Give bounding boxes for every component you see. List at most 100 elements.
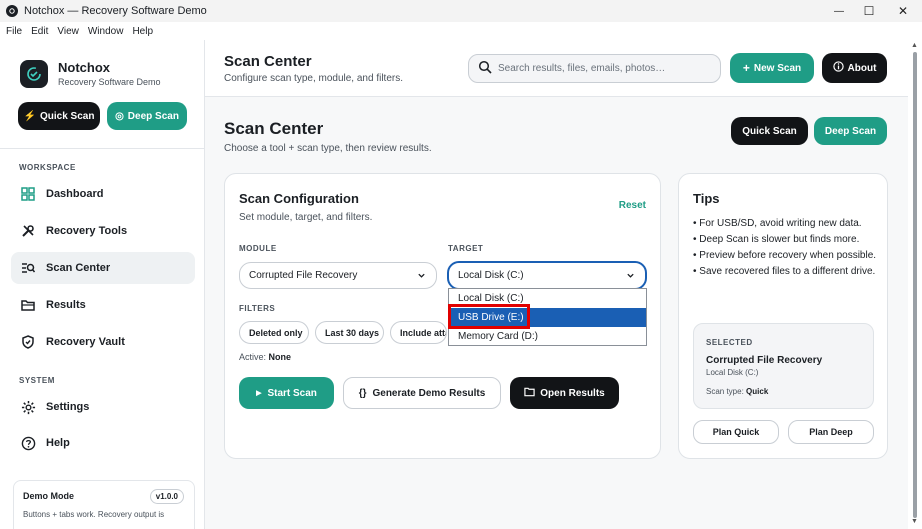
scan-configuration-card: Scan Configuration Set module, target, a… bbox=[224, 173, 661, 459]
about-label: About bbox=[847, 62, 877, 74]
target-label: TARGET bbox=[448, 244, 484, 253]
sidebar-deep-scan-button[interactable]: ◎ Deep Scan bbox=[107, 102, 187, 130]
gear-icon bbox=[20, 399, 36, 415]
generate-demo-results-button[interactable]: {} Generate Demo Results bbox=[343, 377, 501, 409]
vertical-scrollbar[interactable]: ▲ ▼ bbox=[908, 40, 922, 529]
filter-chip-include-attachments[interactable]: Include atta bbox=[390, 321, 447, 344]
shield-icon bbox=[20, 334, 36, 350]
braces-icon: {} bbox=[358, 387, 367, 399]
active-filters-value: None bbox=[268, 352, 292, 362]
tools-icon bbox=[20, 223, 36, 239]
quick-scan-button[interactable]: Quick Scan bbox=[731, 117, 808, 145]
active-filters-prefix: Active: bbox=[239, 352, 267, 362]
module-label: MODULE bbox=[239, 244, 277, 253]
page-header: Scan Center Configure scan type, module,… bbox=[205, 40, 908, 97]
sidebar-item-label: Recovery Tools bbox=[46, 225, 128, 237]
brand-logo bbox=[20, 60, 48, 88]
search-input[interactable] bbox=[498, 63, 708, 74]
tip-item: • Deep Scan is slower but finds more. bbox=[693, 234, 860, 245]
sidebar: Notchox Recovery Software Demo ⚡ Quick S… bbox=[0, 40, 205, 529]
target-option[interactable]: Memory Card (D:) bbox=[449, 327, 646, 346]
open-results-button[interactable]: Open Results bbox=[510, 377, 619, 409]
generate-demo-results-label: Generate Demo Results bbox=[372, 387, 486, 399]
plan-quick-button[interactable]: Plan Quick bbox=[693, 420, 779, 444]
new-scan-button[interactable]: + New Scan bbox=[730, 53, 814, 83]
tip-item: • Save recovered files to a different dr… bbox=[693, 266, 876, 277]
folder-icon bbox=[20, 297, 36, 313]
selected-scan-type: Scan type: Quick bbox=[706, 387, 768, 396]
sidebar-item-recovery-vault[interactable]: Recovery Vault bbox=[11, 326, 195, 358]
deep-scan-button[interactable]: Deep Scan bbox=[814, 117, 887, 145]
selected-label: SELECTED bbox=[706, 338, 753, 347]
filter-chip-last-30-days[interactable]: Last 30 days bbox=[315, 321, 384, 344]
sidebar-item-help[interactable]: Help bbox=[11, 427, 195, 459]
radar-icon: ◎ bbox=[115, 110, 124, 122]
search-icon bbox=[478, 60, 492, 77]
demo-mode-title: Demo Mode bbox=[23, 491, 75, 501]
minimize-button[interactable]: — bbox=[822, 0, 856, 22]
sidebar-quick-scan-button[interactable]: ⚡ Quick Scan bbox=[18, 102, 100, 130]
tips-list: • For USB/SD, avoid writing new data. • … bbox=[693, 216, 879, 280]
system-label: SYSTEM bbox=[19, 376, 55, 385]
sidebar-item-results[interactable]: Results bbox=[11, 289, 195, 321]
page-subtitle: Choose a tool + scan type, then review r… bbox=[224, 143, 432, 154]
sidebar-item-settings[interactable]: Settings bbox=[11, 391, 195, 423]
menu-bar: File Edit View Window Help bbox=[0, 22, 922, 40]
menu-edit[interactable]: Edit bbox=[31, 26, 48, 37]
sidebar-item-recovery-tools[interactable]: Recovery Tools bbox=[11, 215, 195, 247]
scrollbar-thumb[interactable] bbox=[913, 52, 917, 518]
menu-window[interactable]: Window bbox=[88, 26, 124, 37]
filter-chip-deleted-only[interactable]: Deleted only bbox=[239, 321, 309, 344]
header-subtitle: Configure scan type, module, and filters… bbox=[224, 73, 403, 84]
start-scan-label: Start Scan bbox=[267, 387, 317, 399]
sidebar-item-scan-center[interactable]: Scan Center bbox=[11, 252, 195, 284]
menu-file[interactable]: File bbox=[6, 26, 22, 37]
scroll-up-icon[interactable]: ▲ bbox=[911, 42, 918, 49]
tips-title: Tips bbox=[693, 191, 720, 206]
target-select[interactable]: Local Disk (C:) bbox=[447, 261, 647, 290]
about-button[interactable]: About bbox=[822, 53, 887, 83]
plan-deep-button[interactable]: Plan Deep bbox=[788, 420, 874, 444]
sidebar-item-label: Recovery Vault bbox=[46, 336, 125, 348]
workspace-label: WORKSPACE bbox=[19, 163, 76, 172]
maximize-button[interactable]: ☐ bbox=[852, 0, 886, 22]
open-results-label: Open Results bbox=[540, 387, 605, 399]
reset-link[interactable]: Reset bbox=[619, 200, 646, 211]
sidebar-deep-scan-label: Deep Scan bbox=[127, 110, 179, 122]
plus-icon: + bbox=[742, 61, 750, 75]
brand-subtitle: Recovery Software Demo bbox=[58, 77, 161, 87]
sidebar-quick-scan-label: Quick Scan bbox=[39, 110, 95, 122]
selected-target: Local Disk (C:) bbox=[706, 368, 759, 377]
scan-type-prefix: Scan type: bbox=[706, 387, 744, 396]
module-select-value: Corrupted File Recovery bbox=[249, 270, 358, 281]
search-box[interactable] bbox=[468, 54, 721, 83]
selected-summary: SELECTED Corrupted File Recovery Local D… bbox=[693, 323, 874, 409]
close-icon: ✕ bbox=[897, 4, 909, 18]
module-select[interactable]: Corrupted File Recovery bbox=[239, 262, 437, 289]
header-title: Scan Center bbox=[224, 53, 312, 70]
sidebar-item-label: Help bbox=[46, 437, 70, 449]
scroll-down-icon[interactable]: ▼ bbox=[911, 518, 918, 525]
page-title: Scan Center bbox=[224, 119, 324, 138]
sidebar-item-label: Results bbox=[46, 299, 86, 311]
tip-item: • For USB/SD, avoid writing new data. bbox=[693, 218, 862, 229]
annotation-highlight-box bbox=[448, 304, 530, 329]
scan-config-subtitle: Set module, target, and filters. bbox=[239, 212, 373, 223]
main-content: Scan Center Choose a tool + scan type, t… bbox=[205, 97, 908, 529]
new-scan-label: New Scan bbox=[753, 62, 802, 74]
menu-view[interactable]: View bbox=[57, 26, 79, 37]
menu-help[interactable]: Help bbox=[132, 26, 153, 37]
folder-open-icon bbox=[524, 387, 535, 400]
start-scan-button[interactable]: ▶ Start Scan bbox=[239, 377, 334, 409]
sidebar-item-dashboard[interactable]: Dashboard bbox=[11, 178, 195, 210]
maximize-icon: ☐ bbox=[863, 4, 875, 18]
selected-module: Corrupted File Recovery bbox=[706, 355, 823, 366]
help-icon bbox=[20, 435, 36, 451]
close-button[interactable]: ✕ bbox=[886, 0, 920, 22]
scan-icon bbox=[20, 260, 36, 276]
filters-label: FILTERS bbox=[239, 304, 276, 313]
tips-card: Tips • For USB/SD, avoid writing new dat… bbox=[678, 173, 888, 459]
title-bar: Notchox — Recovery Software Demo — ☐ ✕ bbox=[0, 0, 922, 22]
sidebar-item-label: Scan Center bbox=[46, 262, 111, 274]
tip-item: • Preview before recovery when possible. bbox=[693, 250, 877, 261]
